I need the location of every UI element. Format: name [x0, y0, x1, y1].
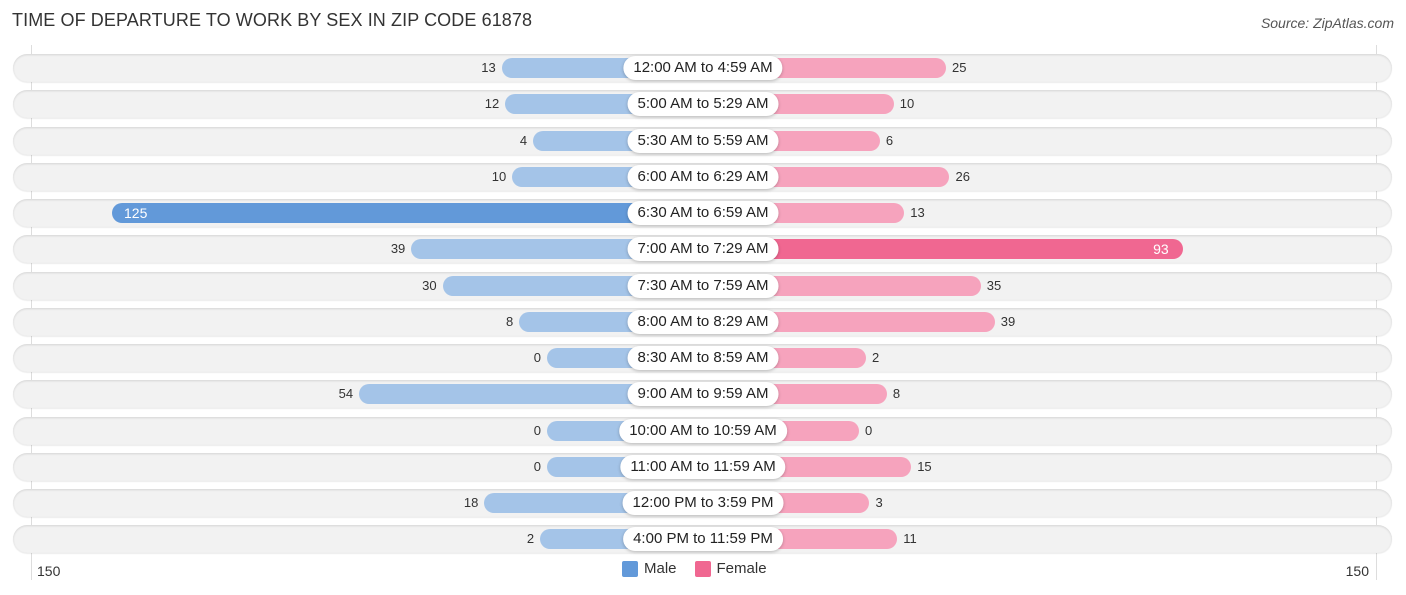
- value-label-female: 93: [1153, 241, 1169, 258]
- category-label: 7:00 AM to 7:29 AM: [627, 237, 779, 262]
- value-label-female: 11: [903, 531, 917, 547]
- value-label-male: 8: [505, 313, 514, 329]
- chart-rows: 12:00 AM to 4:59 AM 13 25 5:00 AM to 5:29 A…: [0, 0, 1406, 595]
- category-label: 12:00 AM to 4:59 AM: [623, 56, 783, 80]
- value-label-male: 10: [491, 168, 507, 184]
- value-label-female: 39: [1000, 313, 1016, 329]
- category-label: 12:00 PM to 3:59 PM: [622, 491, 784, 515]
- category-label: 7:30 AM to 7:59 AM: [627, 273, 779, 298]
- axis-label-right: 150: [1345, 563, 1369, 579]
- axis-label-left: 150: [37, 563, 61, 579]
- value-label-female: 25: [952, 60, 967, 75]
- value-label-male: 125: [124, 205, 148, 221]
- category-label: 11:00 AM to 11:59 AM: [620, 454, 786, 479]
- category-label: 5:00 AM to 5:29 AM: [627, 92, 779, 117]
- value-label-female: 15: [917, 458, 932, 474]
- value-label-female: 10: [899, 96, 915, 112]
- value-label-male: 30: [422, 277, 437, 293]
- category-label: 4:00 PM to 11:59 PM: [623, 527, 783, 552]
- category-label: 5:30 AM to 5:59 AM: [627, 128, 779, 153]
- value-label-female: 0: [865, 422, 873, 438]
- legend-label-female: Female: [716, 560, 767, 577]
- value-label-female: 26: [955, 168, 970, 184]
- value-label-female: 6: [885, 132, 894, 148]
- legend-swatch-female: [694, 560, 711, 577]
- category-label: 8:30 AM to 8:59 AM: [627, 346, 779, 370]
- value-label-male: 4: [519, 132, 528, 148]
- value-label-female: 13: [910, 205, 925, 220]
- value-label-female: 8: [892, 386, 901, 402]
- value-label-male: 0: [533, 350, 541, 365]
- legend-label-male: Male: [644, 560, 677, 577]
- legend-swatch-male: [622, 560, 638, 577]
- category-label: 9:00 AM to 9:59 AM: [627, 382, 779, 407]
- value-label-female: 3: [875, 495, 883, 510]
- value-label-female: 2: [871, 350, 880, 365]
- category-label: 6:30 AM to 6:59 AM: [627, 201, 779, 225]
- value-label-male: 0: [533, 458, 541, 474]
- category-label: 6:00 AM to 6:29 AM: [627, 164, 779, 189]
- value-label-male: 2: [526, 531, 535, 547]
- value-label-male: 13: [481, 60, 496, 75]
- legend-item-male: Male: [622, 560, 677, 577]
- value-label-male: 0: [533, 422, 541, 438]
- category-label: 8:00 AM to 8:29 AM: [627, 309, 779, 334]
- value-label-female: 35: [986, 277, 1002, 293]
- value-label-male: 18: [463, 495, 479, 510]
- bar-male: [112, 203, 703, 223]
- value-label-male: 12: [484, 96, 500, 112]
- legend-item-female: Female: [694, 560, 767, 577]
- category-label: 10:00 AM to 10:59 AM: [619, 418, 787, 443]
- value-label-male: 54: [338, 386, 354, 402]
- legend: Male Female: [622, 560, 779, 577]
- value-label-male: 39: [390, 241, 406, 257]
